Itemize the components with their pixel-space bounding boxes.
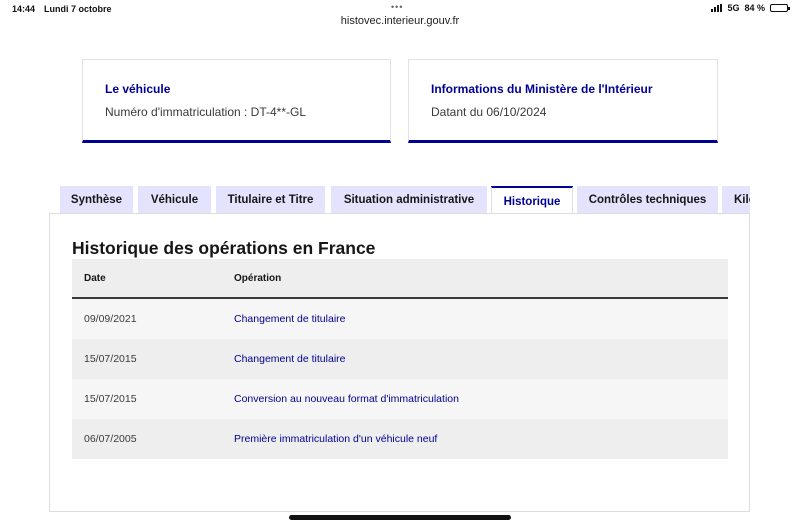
registration-number: Numéro d'immatriculation : DT-4**-GL <box>105 105 307 119</box>
row-date: 15/07/2015 <box>84 393 137 405</box>
tab-kilometrage[interactable]: Kilométrage <box>722 186 750 214</box>
row-date: 15/07/2015 <box>84 353 137 365</box>
tab-synthese[interactable]: Synthèse <box>60 186 133 214</box>
ministry-card: Informations du Ministère de l'Intérieur… <box>408 59 718 143</box>
table-row: 06/07/2005 Première immatriculation d'un… <box>72 419 728 459</box>
table-row: 15/07/2015 Conversion au nouveau format … <box>72 379 728 419</box>
table-body: 09/09/2021 Changement de titulaire 15/07… <box>72 299 728 459</box>
tab-situation-administrative[interactable]: Situation administrative <box>331 186 487 214</box>
status-indicators: 5G 84 % <box>711 3 790 13</box>
tab-historique[interactable]: Historique <box>491 186 573 214</box>
battery-percent: 84 % <box>744 3 765 13</box>
column-header-date: Date <box>84 272 106 284</box>
table-row: 09/09/2021 Changement de titulaire <box>72 299 728 339</box>
data-date: Datant du 06/10/2024 <box>431 105 547 119</box>
network-label: 5G <box>727 3 740 13</box>
status-bar: 14:44 Lundi 7 octobre ••• 5G 84 % <box>0 0 800 16</box>
column-header-operation: Opération <box>234 272 282 284</box>
history-panel: Historique des opérations en France Date… <box>49 213 750 512</box>
tab-titulaire-titre[interactable]: Titulaire et Titre <box>216 186 325 214</box>
multitasking-dots-icon[interactable]: ••• <box>391 2 403 12</box>
tab-controles-techniques[interactable]: Contrôles techniques <box>577 186 718 214</box>
history-table: Date Opération 09/09/2021 Changement de … <box>72 259 728 459</box>
row-operation-link[interactable]: Changement de titulaire <box>222 313 728 325</box>
row-date: 06/07/2005 <box>84 433 137 445</box>
row-operation-link[interactable]: Changement de titulaire <box>222 353 728 365</box>
signal-icon <box>711 4 723 12</box>
home-indicator[interactable] <box>289 515 511 520</box>
battery-icon <box>770 4 790 12</box>
table-header: Date Opération <box>72 259 728 299</box>
tab-vehicule[interactable]: Véhicule <box>138 186 211 214</box>
vehicle-card-title: Le véhicule <box>105 82 171 96</box>
table-row: 15/07/2015 Changement de titulaire <box>72 339 728 379</box>
row-date: 09/09/2021 <box>84 313 137 325</box>
status-date: Lundi 7 octobre <box>44 4 112 14</box>
vehicle-card: Le véhicule Numéro d'immatriculation : D… <box>82 59 391 143</box>
section-title: Historique des opérations en France <box>72 238 376 258</box>
tab-bar: Synthèse Véhicule Titulaire et Titre Sit… <box>60 186 750 214</box>
row-operation-link[interactable]: Conversion au nouveau format d'immatricu… <box>222 393 728 405</box>
row-operation-link[interactable]: Première immatriculation d'un véhicule n… <box>222 433 728 445</box>
status-time: 14:44 <box>12 4 36 14</box>
address-bar-url[interactable]: histovec.interieur.gouv.fr <box>0 15 800 27</box>
ministry-card-title: Informations du Ministère de l'Intérieur <box>431 82 653 96</box>
